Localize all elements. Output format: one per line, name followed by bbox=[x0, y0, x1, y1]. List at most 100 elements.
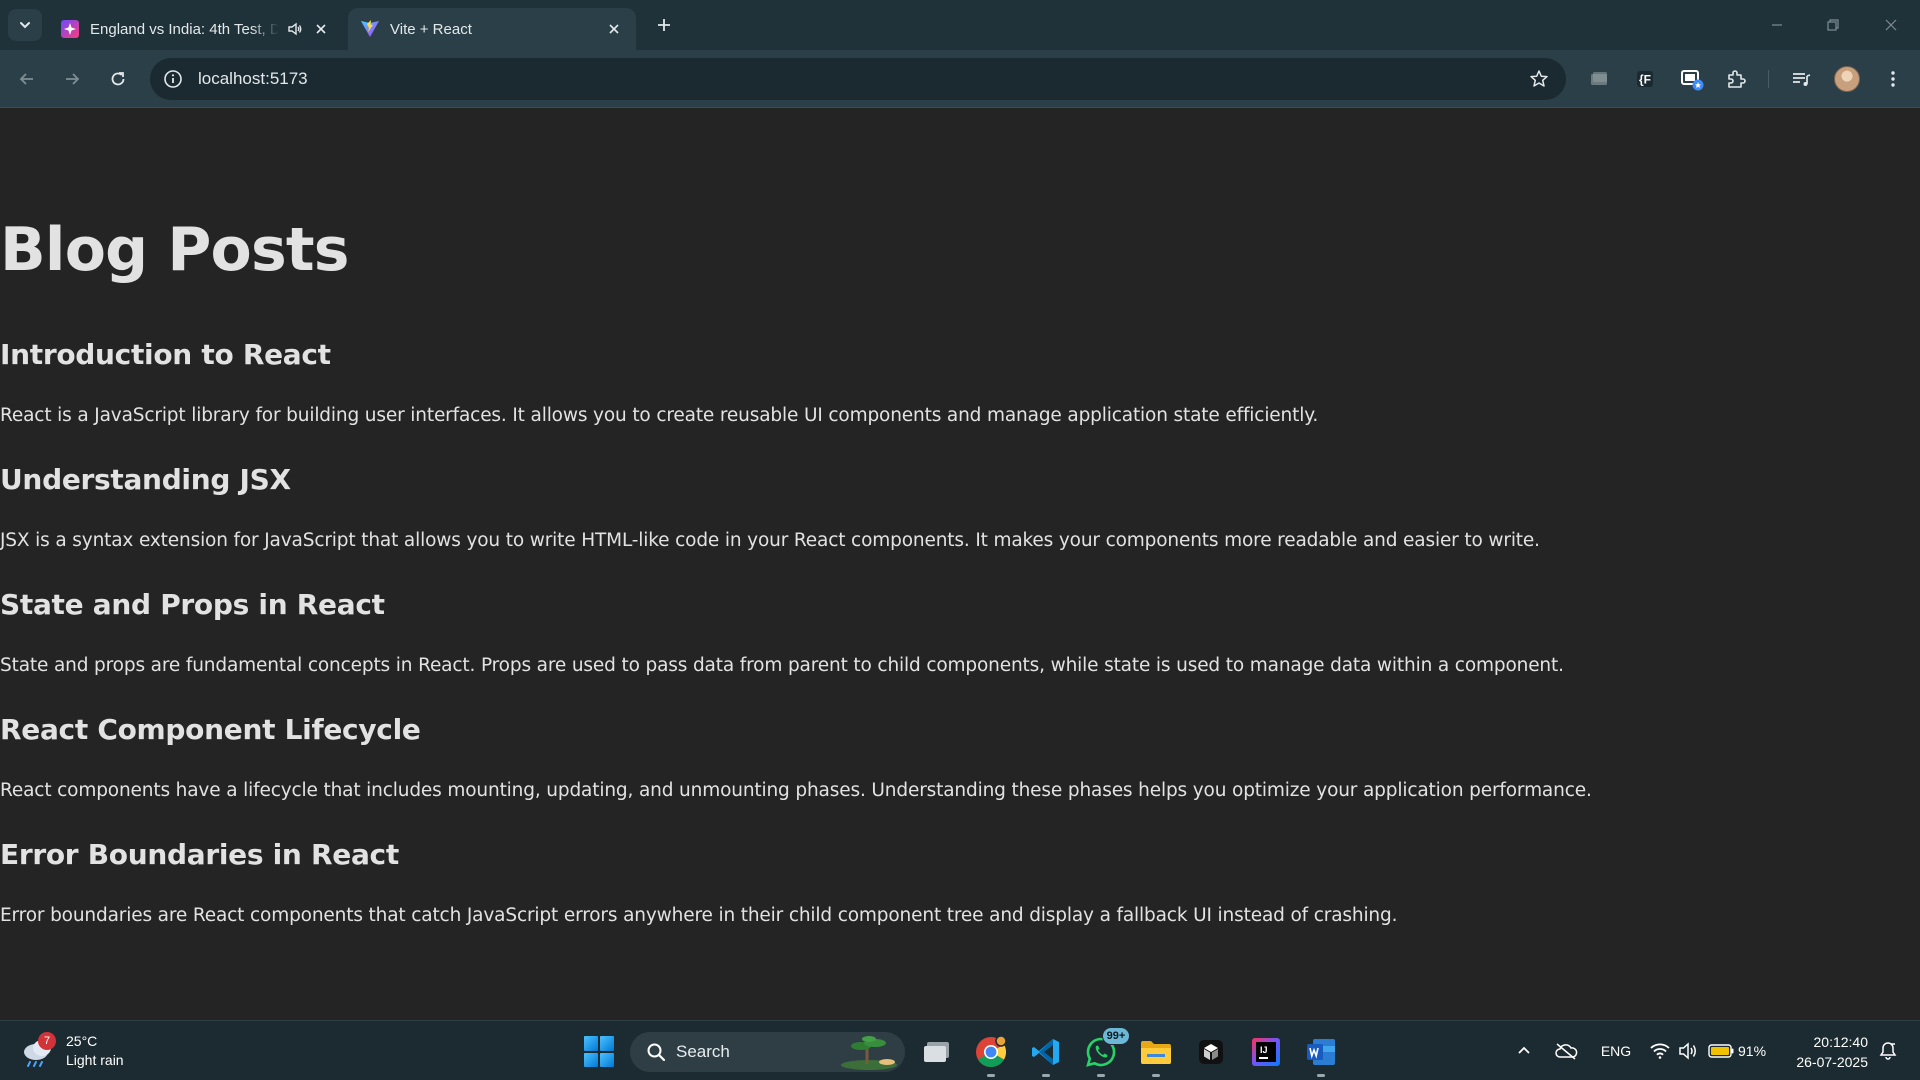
clock[interactable]: 20:12:40 26-07-2025 bbox=[1778, 1032, 1868, 1072]
time: 20:12:40 bbox=[1813, 1034, 1869, 1050]
restore-button[interactable] bbox=[1818, 10, 1848, 40]
reload-icon bbox=[111, 72, 125, 86]
post-body: React is a JavaScript library for buildi… bbox=[0, 404, 1319, 426]
battery-indicator[interactable]: 91% bbox=[1708, 1038, 1770, 1064]
weather-widget[interactable]: 7 25°C Light rain bbox=[20, 1031, 124, 1071]
weather-condition: Light rain bbox=[66, 1052, 124, 1068]
post-title: Introduction to React bbox=[0, 338, 331, 371]
tab-title: England vs India: 4th Test, Day 4 bbox=[90, 20, 279, 38]
fireflies-extension-icon[interactable]: {F bbox=[1630, 64, 1660, 94]
close-window-button[interactable] bbox=[1876, 10, 1906, 40]
start-button[interactable] bbox=[584, 1036, 615, 1067]
blog-post: Introduction to React React is a JavaScr… bbox=[0, 338, 1318, 427]
extensions-puzzle-icon[interactable] bbox=[1721, 64, 1751, 94]
rain-cloud-icon: 7 bbox=[20, 1032, 58, 1068]
post-title: Understanding JSX bbox=[0, 463, 291, 496]
windows-logo-tile bbox=[584, 1036, 598, 1051]
reload-button[interactable] bbox=[103, 64, 133, 94]
running-indicator bbox=[987, 1074, 995, 1077]
windows-logo-tile bbox=[584, 1052, 598, 1067]
search-label: Search bbox=[676, 1042, 730, 1061]
blog-post: Error Boundaries in React Error boundari… bbox=[0, 838, 1397, 927]
running-indicator bbox=[1317, 1074, 1325, 1077]
task-view-icon bbox=[924, 1042, 949, 1062]
post-body: React components have a lifecycle that i… bbox=[0, 779, 1592, 801]
browser-toolbar: localhost:5173 {F bbox=[0, 50, 1920, 108]
page-content: Blog Posts Introduction to React React i… bbox=[0, 109, 1920, 1020]
tab-title: Vite + React bbox=[390, 20, 472, 38]
battery-percent: 91% bbox=[1738, 1043, 1767, 1059]
intellij-taskbar-button[interactable]: IJ bbox=[1247, 1033, 1285, 1071]
show-hidden-icons-button[interactable] bbox=[1512, 1038, 1536, 1064]
onedrive-icon[interactable] bbox=[1552, 1038, 1580, 1064]
taskbar-search[interactable]: Search bbox=[630, 1032, 905, 1072]
post-title: Error Boundaries in React bbox=[0, 838, 399, 871]
chrome-taskbar-button[interactable] bbox=[972, 1033, 1010, 1077]
vscode-taskbar-button[interactable] bbox=[1027, 1033, 1065, 1077]
minimize-icon bbox=[1772, 24, 1782, 26]
close-tab-icon[interactable] bbox=[604, 19, 624, 39]
arrow-right-icon bbox=[66, 73, 80, 85]
site-info-icon[interactable] bbox=[162, 68, 184, 90]
cricket-site-favicon-icon bbox=[60, 19, 80, 39]
chevron-down-icon bbox=[20, 22, 30, 29]
address-bar[interactable]: localhost:5173 bbox=[150, 58, 1566, 100]
task-view-button[interactable] bbox=[918, 1033, 956, 1071]
blog-post: State and Props in React State and props… bbox=[0, 588, 1564, 677]
toolbar-divider bbox=[1768, 70, 1769, 88]
bookmark-star-icon[interactable] bbox=[1524, 64, 1554, 94]
forward-button[interactable] bbox=[57, 64, 87, 94]
cube-app-icon bbox=[1199, 1040, 1223, 1064]
blog-post: React Component Lifecycle React componen… bbox=[0, 713, 1592, 802]
svg-text:{F: {F bbox=[1639, 73, 1651, 87]
tab-cricket[interactable]: England vs India: 4th Test, Day 4 bbox=[48, 8, 343, 50]
file-explorer-taskbar-button[interactable] bbox=[1137, 1033, 1175, 1077]
word-taskbar-button[interactable] bbox=[1302, 1033, 1340, 1077]
post-title: State and Props in React bbox=[0, 588, 385, 621]
speaker-icon[interactable] bbox=[285, 21, 305, 37]
close-icon bbox=[1885, 19, 1897, 31]
whatsapp-taskbar-button[interactable]: 99+ bbox=[1082, 1027, 1130, 1077]
volume-icon[interactable] bbox=[1676, 1038, 1700, 1064]
running-indicator bbox=[1042, 1074, 1050, 1077]
app-taskbar-button[interactable] bbox=[1192, 1033, 1230, 1071]
temperature: 25°C bbox=[66, 1033, 98, 1049]
language-indicator[interactable]: ENG bbox=[1596, 1038, 1636, 1064]
new-tab-button[interactable] bbox=[650, 11, 678, 39]
tab-search-button[interactable] bbox=[8, 9, 42, 41]
wifi-icon[interactable] bbox=[1648, 1038, 1672, 1064]
restore-icon bbox=[1827, 19, 1839, 31]
extension-folder-icon[interactable] bbox=[1584, 64, 1614, 94]
notification-bell-icon bbox=[1879, 1042, 1897, 1060]
windows-logo-tile bbox=[600, 1036, 614, 1051]
vscode-icon bbox=[1032, 1039, 1059, 1065]
windows-logo-tile bbox=[600, 1052, 614, 1067]
blog-post: Understanding JSX JSX is a syntax extens… bbox=[0, 463, 1540, 552]
notification-center-button[interactable] bbox=[1876, 1038, 1900, 1064]
url-text[interactable]: localhost:5173 bbox=[198, 69, 1524, 89]
minimize-button[interactable] bbox=[1762, 10, 1792, 40]
media-controls-icon[interactable] bbox=[1786, 64, 1816, 94]
more-menu-icon[interactable] bbox=[1878, 64, 1908, 94]
back-button[interactable] bbox=[12, 64, 42, 94]
chevron-up-icon bbox=[1518, 1046, 1530, 1054]
arrow-left-icon bbox=[19, 73, 33, 85]
intellij-icon: IJ bbox=[1252, 1038, 1280, 1066]
profile-avatar[interactable] bbox=[1834, 66, 1860, 92]
vite-favicon-icon bbox=[360, 19, 380, 39]
search-icon bbox=[644, 1040, 668, 1064]
running-indicator bbox=[1152, 1074, 1160, 1077]
screen-capture-extension-icon[interactable] bbox=[1677, 64, 1707, 94]
post-body: JSX is a syntax extension for JavaScript… bbox=[0, 529, 1540, 551]
screen: England vs India: 4th Test, Day 4 Vite +… bbox=[0, 0, 1920, 1080]
post-body: State and props are fundamental concepts… bbox=[0, 654, 1564, 676]
plus-icon bbox=[658, 19, 670, 31]
browser-tab-strip: England vs India: 4th Test, Day 4 Vite +… bbox=[0, 0, 1920, 50]
windows-taskbar: 7 25°C Light rain Search 99+ IJ ENG 91% … bbox=[0, 1020, 1920, 1080]
page-title: Blog Posts bbox=[0, 215, 349, 285]
unread-count-badge: 99+ bbox=[1102, 1027, 1130, 1045]
close-tab-icon[interactable] bbox=[311, 19, 331, 39]
chrome-icon bbox=[976, 1035, 1007, 1068]
weather-alert-badge: 7 bbox=[38, 1032, 56, 1050]
tab-vite-react[interactable]: Vite + React bbox=[348, 8, 636, 50]
